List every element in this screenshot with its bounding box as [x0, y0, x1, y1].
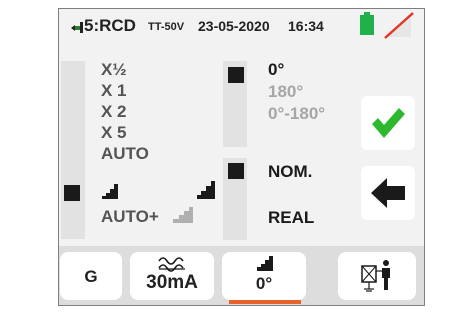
check-icon [370, 106, 406, 140]
arrow-left-icon [370, 176, 406, 210]
phase-option-0[interactable]: 0° [268, 60, 284, 80]
ac-dc-wave-icon [157, 255, 187, 272]
status-bar: 5:RCD TT-50V 23-05-2020 16:34 [59, 9, 424, 43]
rcd-type-button[interactable]: G [60, 252, 122, 300]
voltage-range: TT-50V [148, 21, 185, 33]
test-mode-option-nom[interactable]: NOM. [268, 162, 312, 182]
phase-slider-thumb[interactable] [228, 67, 244, 83]
multiplier-slider-thumb[interactable] [64, 185, 80, 201]
time-label: 16:34 [288, 18, 324, 34]
multiplier-option-x2[interactable]: X 2 [101, 102, 127, 122]
mode-label: 5:RCD [84, 16, 136, 35]
multiplier-option-x5[interactable]: X 5 [101, 123, 127, 143]
multiplier-option-x1[interactable]: X 1 [101, 81, 127, 101]
phase-option-180[interactable]: 180° [268, 82, 303, 102]
battery-icon [359, 12, 375, 36]
multiplier-option-auto[interactable]: AUTO [101, 144, 149, 164]
no-wireless-icon [383, 11, 415, 39]
ramp-large-icon [196, 180, 216, 200]
rcd-type-label: G [84, 267, 98, 286]
confirm-button[interactable] [361, 96, 415, 150]
test-mode-option-real[interactable]: REAL [268, 208, 314, 228]
multiplier-option-auto-plus[interactable]: AUTO+ [101, 207, 159, 227]
phase-button[interactable]: 0° [222, 252, 306, 300]
installation-icon [359, 258, 395, 294]
back-button[interactable] [361, 166, 415, 220]
test-mode-slider-thumb[interactable] [228, 163, 244, 179]
connection-button[interactable] [338, 252, 416, 300]
ramp-small-icon [101, 183, 119, 200]
rated-current-label: 30mA [146, 272, 198, 293]
selected-tab-indicator [229, 300, 301, 304]
phase-option-0-180[interactable]: 0°-180° [268, 104, 325, 124]
multiplier-option-x-half[interactable]: X½ [101, 60, 127, 80]
rated-current-button[interactable]: 30mA [130, 252, 214, 300]
phase-label: 0° [255, 274, 273, 293]
ramp-gradient-icon [172, 206, 194, 224]
ramp-icon [256, 255, 274, 272]
multiplier-slider[interactable] [61, 61, 85, 239]
date-label: 23-05-2020 [198, 18, 270, 34]
